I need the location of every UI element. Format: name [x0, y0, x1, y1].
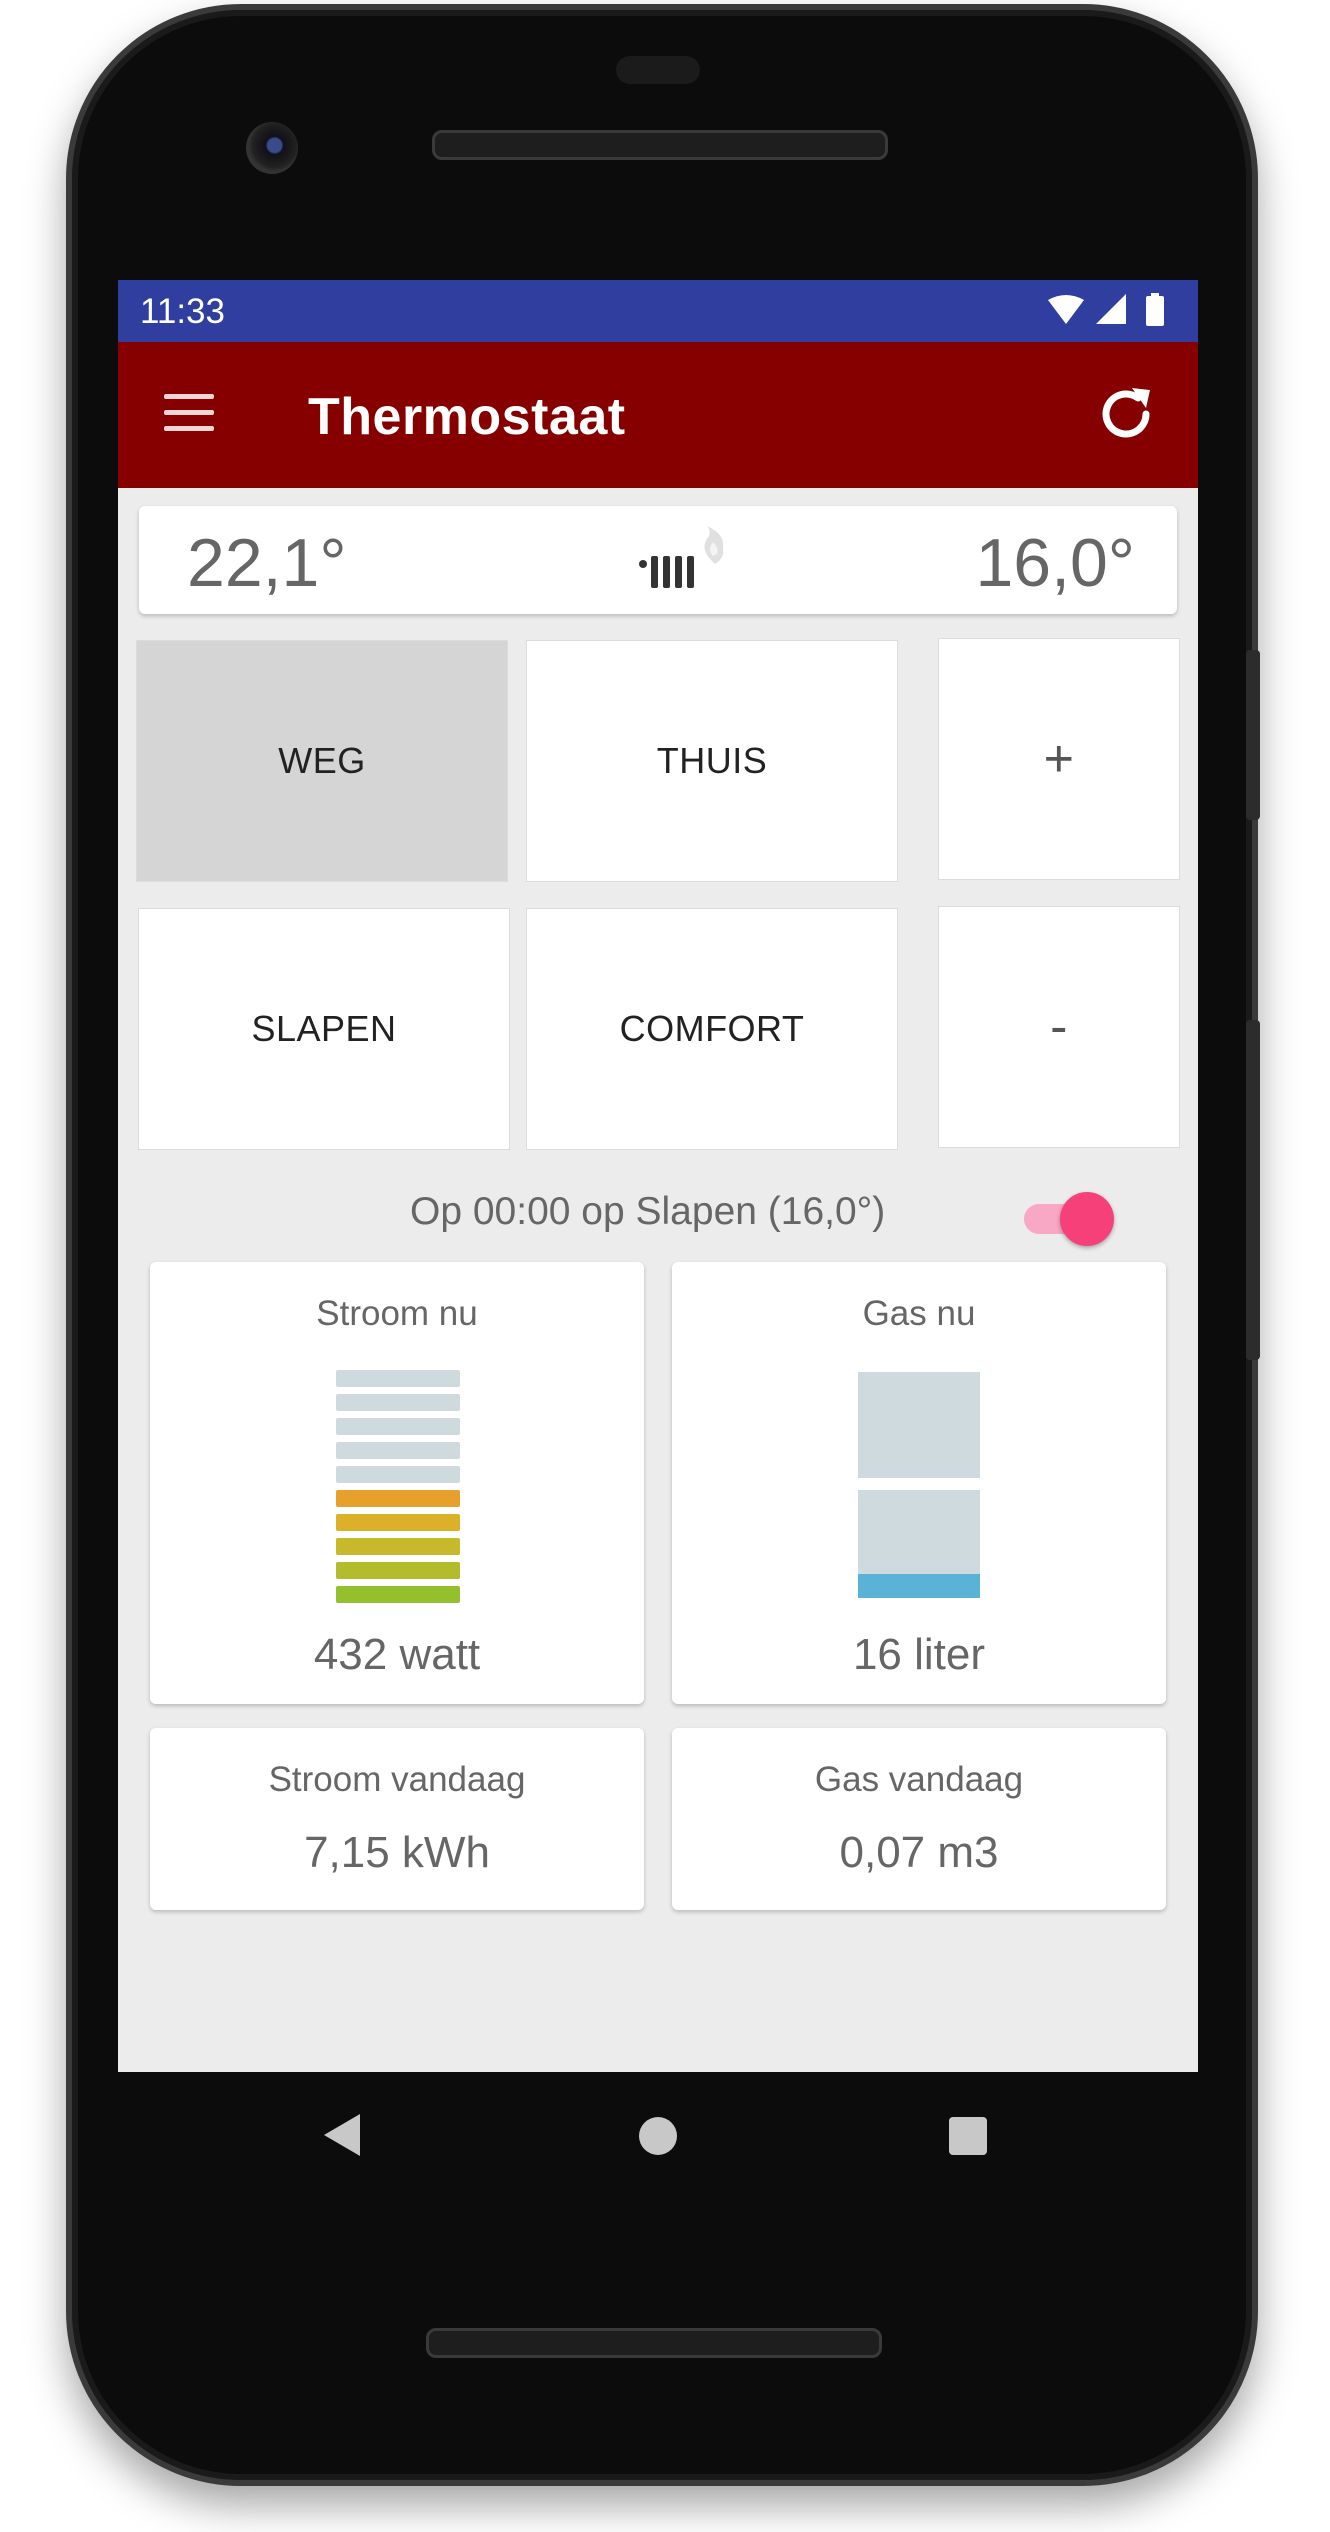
top-speaker — [432, 130, 888, 160]
power-today-card: Stroom vandaag 7,15 kWh — [150, 1728, 644, 1910]
mode-thuis-button[interactable]: THUIS — [526, 640, 898, 882]
decrease-temperature-button[interactable]: - — [938, 906, 1180, 1148]
screen: 11:33 Thermostaat 22,1° 16,0° WEG THUIS … — [118, 280, 1198, 2072]
gas-today-title: Gas vandaag — [814, 1760, 1024, 1799]
menu-icon[interactable] — [164, 392, 218, 434]
recents-icon[interactable] — [948, 2116, 988, 2156]
gas-now-value: 16 liter — [852, 1630, 986, 1679]
power-now-card: Stroom nu 432 watt — [150, 1262, 644, 1704]
status-bar: 11:33 — [118, 280, 1198, 342]
increase-temperature-button[interactable]: + — [938, 638, 1180, 880]
gas-meter — [858, 1372, 980, 1598]
front-camera — [246, 122, 298, 174]
front-sensor — [616, 56, 700, 84]
gas-today-value: 0,07 m3 — [839, 1828, 999, 1877]
power-now-title: Stroom nu — [316, 1294, 478, 1333]
gas-meter-upper — [858, 1372, 980, 1478]
mode-comfort-button[interactable]: COMFORT — [526, 908, 898, 1150]
gas-now-card: Gas nu 16 liter — [672, 1262, 1166, 1704]
gas-meter-lower — [858, 1490, 980, 1574]
radiator-flame-icon — [639, 526, 724, 588]
gas-meter-fill — [858, 1574, 980, 1598]
signal-icon — [1096, 294, 1126, 324]
power-bar-segment — [336, 1442, 460, 1459]
power-now-value: 432 watt — [313, 1630, 481, 1679]
gas-now-title: Gas nu — [862, 1294, 976, 1333]
power-bar-segment — [336, 1490, 460, 1507]
current-temperature: 22,1° — [187, 525, 347, 601]
volume-side-button — [1246, 1020, 1260, 1360]
schedule-toggle[interactable] — [1020, 1188, 1114, 1246]
bottom-speaker — [426, 2328, 882, 2358]
gas-today-card: Gas vandaag 0,07 m3 — [672, 1728, 1166, 1910]
home-icon[interactable] — [638, 2116, 678, 2156]
power-bar-segment — [336, 1562, 460, 1579]
target-temperature: 16,0° — [975, 525, 1135, 601]
power-bar-segment — [336, 1586, 460, 1603]
power-today-title: Stroom vandaag — [268, 1760, 526, 1799]
power-bar-segment — [336, 1418, 460, 1435]
schedule-text: Op 00:00 op Slapen (16,0°) — [410, 1190, 886, 1233]
power-bar-segment — [336, 1370, 460, 1387]
mode-slapen-button[interactable]: SLAPEN — [138, 908, 510, 1150]
app-title: Thermostaat — [308, 388, 626, 446]
status-time: 11:33 — [140, 292, 225, 331]
power-bar-segment — [336, 1538, 460, 1555]
mode-weg-button[interactable]: WEG — [136, 640, 508, 882]
power-side-button — [1246, 650, 1260, 820]
schedule-row: Op 00:00 op Slapen (16,0°) — [118, 1180, 1198, 1250]
power-today-value: 7,15 kWh — [304, 1828, 490, 1877]
app-bar: Thermostaat — [118, 342, 1198, 488]
temperature-card: 22,1° 16,0° — [139, 506, 1177, 614]
power-bar-segment — [336, 1514, 460, 1531]
back-icon[interactable] — [320, 2110, 364, 2160]
status-icons — [1048, 293, 1164, 326]
wifi-icon — [1048, 295, 1084, 324]
battery-icon — [1146, 296, 1164, 326]
refresh-icon[interactable] — [1094, 382, 1158, 446]
power-bar-segment — [336, 1466, 460, 1483]
power-bar-segment — [336, 1394, 460, 1411]
